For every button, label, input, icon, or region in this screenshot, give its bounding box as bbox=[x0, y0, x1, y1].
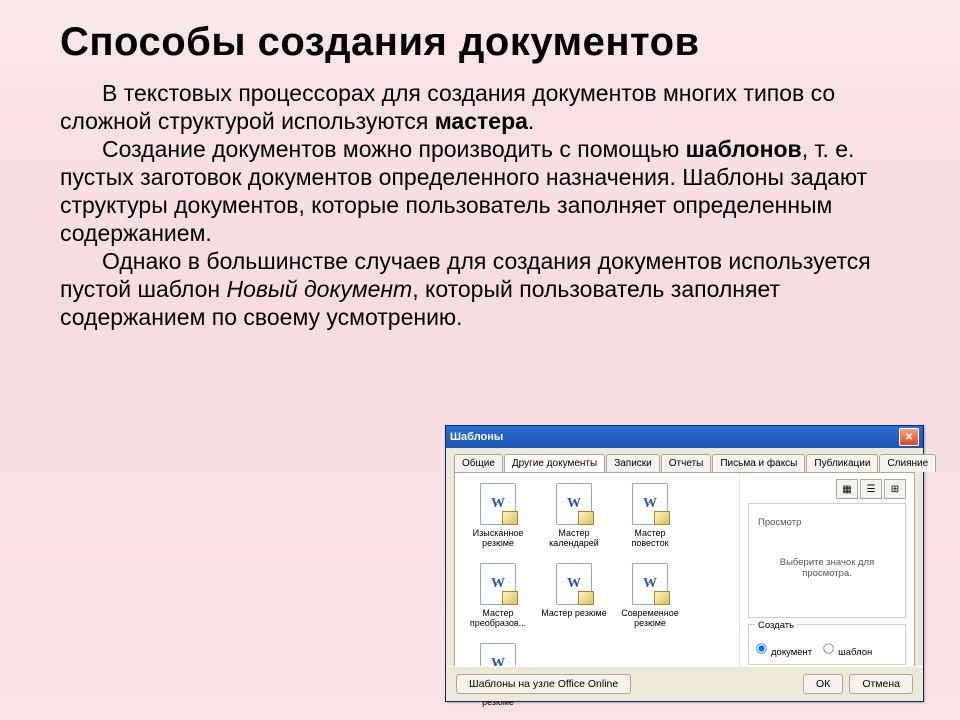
preview-placeholder: Выберите значок для просмотра. bbox=[755, 539, 899, 579]
close-icon[interactable]: ✕ bbox=[899, 428, 919, 446]
create-group: Создать документ шаблон bbox=[748, 624, 906, 665]
radio-template[interactable]: шаблон bbox=[822, 642, 872, 658]
office-online-button[interactable]: Шаблоны на узле Office Online bbox=[456, 674, 631, 694]
ok-button[interactable]: ОК bbox=[803, 674, 843, 694]
create-title: Создать bbox=[755, 620, 797, 631]
cancel-button[interactable]: Отмена bbox=[849, 674, 913, 694]
word-doc-icon: W bbox=[480, 483, 516, 525]
template-item[interactable]: W Мастер резюме bbox=[541, 563, 607, 629]
template-item-label: Современное резюме bbox=[617, 609, 683, 629]
tab-6[interactable]: Слияние bbox=[879, 454, 936, 472]
word-doc-icon: W bbox=[632, 563, 668, 605]
template-item-label: Мастер календарей bbox=[541, 529, 607, 549]
term-mastera: мастера bbox=[435, 108, 528, 134]
tab-pane: W Изысканное резюме W Мастер календарей W Мас… bbox=[454, 472, 915, 672]
dialog-titlebar[interactable]: Шаблоны ✕ bbox=[446, 426, 923, 448]
preview-title: Просмотр bbox=[755, 517, 804, 528]
tab-strip: ОбщиеДругие документыЗапискиОтчетыПисьма… bbox=[446, 448, 923, 472]
text: . bbox=[528, 108, 534, 134]
template-item[interactable]: W Современное резюме bbox=[617, 563, 683, 629]
dialog-button-row: Шаблоны на узле Office Online ОК Отмена bbox=[446, 666, 923, 701]
tab-4[interactable]: Письма и факсы bbox=[712, 454, 805, 472]
radio-document[interactable]: документ bbox=[755, 642, 812, 658]
tab-2[interactable]: Записки bbox=[606, 454, 660, 472]
term-shablonov: шаблонов bbox=[686, 136, 802, 162]
page-title: Способы создания документов bbox=[60, 20, 920, 65]
template-item-label: Мастер резюме bbox=[541, 609, 606, 619]
radio-document-label: документ bbox=[771, 647, 812, 658]
template-item-label: Мастер повесток bbox=[617, 529, 683, 549]
paragraph-3: Однако в большинстве случаев для создани… bbox=[60, 247, 920, 331]
paragraph-2: Создание документов можно производить с … bbox=[60, 135, 920, 247]
view-large-icon[interactable]: ▦ bbox=[836, 479, 858, 499]
view-mode-buttons: ▦ ☰ ⊞ bbox=[748, 479, 906, 499]
tab-5[interactable]: Публикации bbox=[806, 454, 878, 472]
template-item-label: Изысканное резюме bbox=[465, 529, 531, 549]
preview-group: Просмотр Выберите значок для просмотра. bbox=[748, 503, 906, 618]
template-item[interactable]: W Мастер преобразов... bbox=[465, 563, 531, 629]
view-list-icon[interactable]: ☰ bbox=[860, 479, 882, 499]
tab-1[interactable]: Другие документы bbox=[504, 454, 605, 472]
word-doc-icon: W bbox=[556, 483, 592, 525]
word-doc-icon: W bbox=[480, 563, 516, 605]
template-item[interactable]: W Мастер повесток bbox=[617, 483, 683, 549]
paragraph-1: В текстовых процессорах для создания док… bbox=[60, 79, 920, 135]
template-item[interactable]: W Изысканное резюме bbox=[465, 483, 531, 549]
dialog-title: Шаблоны bbox=[450, 431, 503, 443]
template-item-label: Мастер преобразов... bbox=[465, 609, 531, 629]
right-panel: ▦ ☰ ⊞ Просмотр Выберите значок для просм… bbox=[739, 473, 914, 671]
radio-template-label: шаблон bbox=[838, 647, 872, 658]
word-doc-icon: W bbox=[556, 563, 592, 605]
template-item[interactable]: W Мастер календарей bbox=[541, 483, 607, 549]
template-list: W Изысканное резюме W Мастер календарей W Мас… bbox=[455, 473, 739, 671]
tab-0[interactable]: Общие bbox=[454, 454, 503, 472]
tab-3[interactable]: Отчеты bbox=[661, 454, 712, 472]
view-details-icon[interactable]: ⊞ bbox=[884, 479, 906, 499]
word-doc-icon: W bbox=[632, 483, 668, 525]
templates-dialog: Шаблоны ✕ ОбщиеДругие документыЗапискиОт… bbox=[445, 425, 924, 702]
text: Создание документов можно производить с … bbox=[102, 136, 686, 162]
term-novyi-dokument: Новый документ bbox=[226, 276, 412, 302]
